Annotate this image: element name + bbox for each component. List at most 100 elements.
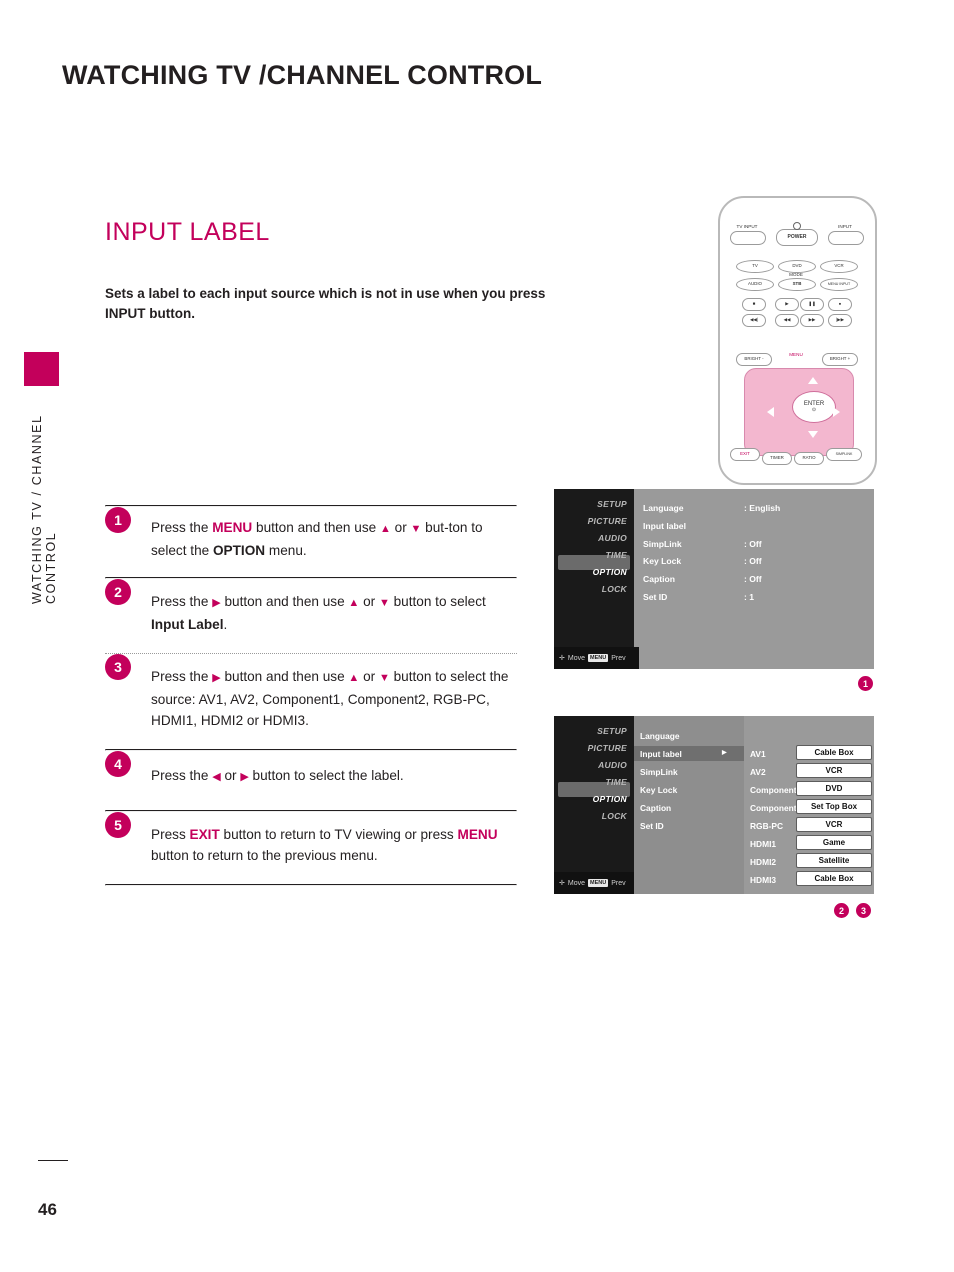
step-text-run: Press: [151, 827, 190, 842]
osd1-row-set-id[interactable]: Set ID: [643, 592, 667, 602]
osd2-hint-bar: ✛ Move MENU Prev: [554, 872, 639, 894]
section-title: INPUT LABEL: [105, 218, 270, 246]
remote-button-bright-plus: BRIGHT +: [822, 353, 858, 366]
step-menu-name: Input Label: [151, 617, 224, 632]
osd2-source-hdmi1[interactable]: HDMI1: [750, 839, 776, 849]
osd2-label-rgb-pc[interactable]: VCR: [796, 817, 872, 832]
osd2-sub-caption[interactable]: Caption: [640, 803, 671, 813]
osd2-label-av2[interactable]: VCR: [796, 763, 872, 778]
callout-3: 3: [856, 903, 871, 918]
osd2-label-hdmi2[interactable]: Satellite: [796, 853, 872, 868]
osd2-sub-key-lock[interactable]: Key Lock: [640, 785, 677, 795]
osd1-row-input-label[interactable]: Input label: [643, 521, 686, 531]
osd-screen-2: SETUP PICTURE AUDIO TIME OPTION LOCK ✛ M…: [554, 716, 874, 894]
power-symbol-icon: [793, 222, 801, 230]
step-text-run: Press the: [151, 669, 213, 684]
osd2-menu-time[interactable]: TIME: [605, 777, 627, 787]
step-text-run: button and then use: [220, 669, 349, 684]
osd2-source-av2[interactable]: AV2: [750, 767, 766, 777]
osd1-value-simplink: : Off: [744, 539, 762, 549]
osd2-sub-set-id[interactable]: Set ID: [640, 821, 664, 831]
osd1-menu-time[interactable]: TIME: [605, 550, 627, 560]
step-text-run: button and then use: [220, 594, 349, 609]
step-text: Press the ▶ button and then use ▲ or ▼ b…: [151, 666, 517, 731]
step-text-run: Press the: [151, 520, 213, 535]
direction-arrow-icon: ▼: [410, 523, 422, 535]
osd2-menu-option[interactable]: OPTION: [593, 794, 627, 804]
osd1-value-key-lock: : Off: [744, 556, 762, 566]
page-number: 46: [38, 1200, 57, 1219]
remote-button-stop: ■: [742, 298, 766, 311]
remote-button-fast-forward: ▶▶: [800, 314, 824, 327]
remote-button-record: ●: [828, 298, 852, 311]
step-text-run: Press the: [151, 768, 213, 783]
osd2-move-icon: ✛: [559, 880, 565, 887]
osd2-source-component2[interactable]: Component2: [750, 803, 801, 813]
remote-button-skip-back: ◀◀|: [742, 314, 766, 327]
osd2-source-hdmi3[interactable]: HDMI3: [750, 875, 776, 885]
osd2-sub-language[interactable]: Language: [640, 731, 680, 741]
osd1-row-language[interactable]: Language: [643, 503, 684, 513]
step-text: Press the MENU button and then use ▲ or …: [151, 517, 517, 561]
osd2-label-component2[interactable]: Set Top Box: [796, 799, 872, 814]
osd2-source-component1[interactable]: Component1: [750, 785, 801, 795]
remote-label-menu: MENU: [789, 352, 803, 357]
dpad-right-icon: [833, 407, 840, 417]
osd2-source-av1[interactable]: AV1: [750, 749, 766, 759]
osd1-value-set-id: : 1: [744, 592, 755, 602]
page: WATCHING TV /CHANNEL CONTROL WATCHING TV…: [0, 0, 954, 1272]
osd2-hint-prev: Prev: [611, 879, 626, 887]
osd1-row-simplink[interactable]: SimpLink: [643, 539, 682, 549]
osd2-menu-setup[interactable]: SETUP: [597, 726, 627, 736]
osd1-hint-prev: Prev: [611, 654, 626, 662]
osd2-menu-picture[interactable]: PICTURE: [588, 743, 627, 753]
footer-rule: [38, 1160, 68, 1161]
osd2-menu-column: SETUP PICTURE AUDIO TIME OPTION LOCK ✛ M…: [554, 716, 639, 894]
osd1-menu-audio[interactable]: AUDIO: [598, 533, 627, 543]
remote-button-exit: EXIT: [730, 448, 760, 461]
osd1-menu-lock[interactable]: LOCK: [602, 584, 627, 594]
step-text-run: button to select: [389, 594, 486, 609]
osd-screen-1: SETUP PICTURE AUDIO TIME OPTION LOCK ✛ M…: [554, 489, 874, 669]
dpad-left-icon: [767, 407, 774, 417]
osd1-menu-setup[interactable]: SETUP: [597, 499, 627, 509]
callout-1: 1: [858, 676, 873, 691]
direction-arrow-icon: ▲: [348, 672, 360, 684]
direction-arrow-icon: ▶: [212, 597, 221, 609]
side-tab-label: WATCHING TV / CHANNEL CONTROL: [30, 414, 58, 604]
osd2-label-hdmi3[interactable]: Cable Box: [796, 871, 872, 886]
step-number: 2: [105, 579, 131, 605]
direction-arrow-icon: ▶: [240, 771, 249, 783]
remote-button-tv: TV: [736, 260, 774, 273]
side-tab-marker: [24, 352, 59, 386]
step-text-run: button to select the label.: [248, 768, 404, 783]
osd2-menu-audio[interactable]: AUDIO: [598, 760, 627, 770]
osd1-settings-column: Language : English Input label SimpLink …: [634, 489, 874, 669]
step-item: 3 Press the ▶ button and then use ▲ or ▼…: [105, 654, 517, 749]
osd2-label-hdmi1[interactable]: Game: [796, 835, 872, 850]
osd2-source-rgb-pc[interactable]: RGB-PC: [750, 821, 783, 831]
step-number: 4: [105, 751, 131, 777]
step-text: Press EXIT button to return to TV viewin…: [151, 824, 517, 866]
osd2-sub-input-label[interactable]: Input label: [640, 749, 682, 759]
osd2-sub-simplink[interactable]: SimpLink: [640, 767, 678, 777]
osd1-menu-picture[interactable]: PICTURE: [588, 516, 627, 526]
osd1-row-caption[interactable]: Caption: [643, 574, 675, 584]
osd1-menu-option[interactable]: OPTION: [593, 567, 627, 577]
step-text-run: .: [223, 617, 228, 632]
step-text-run: menu.: [265, 543, 307, 558]
page-title: WATCHING TV /CHANNEL CONTROL: [62, 60, 543, 90]
remote-button-vcr: VCR: [820, 260, 858, 273]
osd2-source-hdmi2[interactable]: HDMI2: [750, 857, 776, 867]
step-item: 1 Press the MENU button and then use ▲ o…: [105, 507, 517, 577]
callout-2: 2: [834, 903, 849, 918]
step-number: 3: [105, 654, 131, 680]
dpad-up-icon: [808, 377, 818, 384]
osd1-row-key-lock[interactable]: Key Lock: [643, 556, 681, 566]
osd1-value-language: : English: [744, 503, 781, 513]
osd2-menu-lock[interactable]: LOCK: [602, 811, 627, 821]
step-item: 5 Press EXIT button to return to TV view…: [105, 812, 517, 884]
osd2-label-av1[interactable]: Cable Box: [796, 745, 872, 760]
osd2-label-component1[interactable]: DVD: [796, 781, 872, 796]
direction-arrow-icon: ▲: [348, 597, 360, 609]
